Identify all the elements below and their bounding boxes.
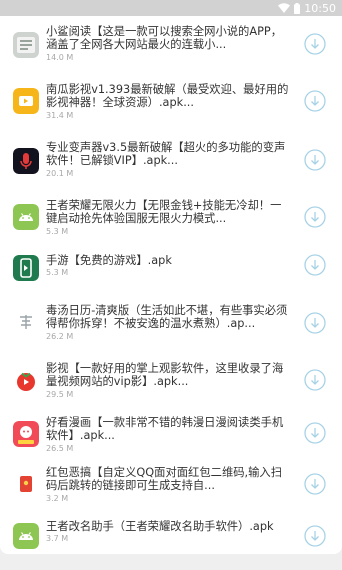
list-item[interactable]: 毒汤日历-清爽版（生活如此不堪，有些事实必须得帮你拆穿！不被安逸的温水煮熟）.a…: [0, 295, 342, 355]
list-item[interactable]: 好看漫画【一款非常不错的韩漫日漫阅读类手机软件】.apk... 26.5 M: [0, 409, 342, 459]
tomato-video-icon: [13, 367, 39, 393]
item-size: 5.3 M: [46, 226, 69, 236]
list-item[interactable]: 专业变声器v3.5最新破解【超火的多功能的变声软件！已解锁VIP】.apk...…: [0, 134, 342, 192]
item-text: 好看漫画【一款非常不错的韩漫日漫阅读类手机软件】.apk... 26.5 M: [46, 416, 292, 454]
bottom-strip: [0, 554, 342, 570]
list-item[interactable]: 南瓜影视v1.393最新破解（最受欢迎、最好用的影视神器！全球资源）.apk..…: [0, 76, 342, 134]
clock-time: 10:50: [304, 1, 336, 15]
download-list: 小鲨阅读【这是一款可以搜索全网小说的APP，涵盖了全网各大网站最火的连载小...…: [0, 18, 342, 554]
item-text: 红包恶搞【自定义QQ面对面红包二维码,输入扫码后跳转的链接即可生成支持自... …: [46, 466, 292, 504]
android-apk-icon: [13, 523, 39, 549]
item-title: 王者荣耀无限火力【无限金钱+技能无冷却！一键启动抢先体验国服无限火力模式...: [46, 199, 282, 226]
wifi-icon: [278, 3, 291, 13]
item-title: 手游【免费的游戏】.apk: [46, 254, 172, 267]
item-size: 26.5 M: [46, 443, 74, 453]
list-item[interactable]: 王者改名助手（王者荣耀改名助手软件）.apk 3.7 M: [0, 514, 342, 554]
status-right: 10:50: [278, 1, 336, 15]
item-text: 王者改名助手（王者荣耀改名助手软件）.apk 3.7 M: [46, 520, 292, 544]
item-title: 毒汤日历-清爽版（生活如此不堪，有些事实必须得帮你拆穿！不被安逸的温水煮熟）.a…: [46, 304, 288, 331]
item-title: 专业变声器v3.5最新破解【超火的多功能的变声软件！已解锁VIP】.apk...: [46, 141, 286, 168]
list-item[interactable]: 影视【一款好用的掌上观影软件，这里收录了海量视频网站的vip影】.apk... …: [0, 355, 342, 409]
battery-icon: [294, 2, 301, 14]
download-button[interactable]: [304, 473, 326, 495]
item-title: 王者改名助手（王者荣耀改名助手软件）.apk: [46, 520, 274, 533]
download-button[interactable]: [304, 149, 326, 171]
item-title: 小鲨阅读【这是一款可以搜索全网小说的APP，涵盖了全网各大网站最火的连载小...: [46, 25, 282, 52]
dutang-calendar-icon: [13, 309, 39, 335]
download-icon: [304, 525, 326, 547]
download-button[interactable]: [304, 525, 326, 547]
item-size: 29.5 M: [46, 389, 74, 399]
mobile-game-icon: [13, 255, 39, 281]
list-item[interactable]: 手游【免费的游戏】.apk 5.3 M: [0, 247, 342, 295]
item-text: 影视【一款好用的掌上观影软件，这里收录了海量视频网站的vip影】.apk... …: [46, 362, 292, 400]
item-size: 3.7 M: [46, 534, 69, 544]
item-text: 毒汤日历-清爽版（生活如此不堪，有些事实必须得帮你拆穿！不被安逸的温水煮熟）.a…: [46, 304, 292, 342]
download-button[interactable]: [304, 312, 326, 334]
download-icon: [304, 473, 326, 495]
item-size: 14.0 M: [46, 52, 74, 62]
download-button[interactable]: [304, 254, 326, 276]
download-button[interactable]: [304, 422, 326, 444]
manga-reader-icon: [13, 421, 39, 447]
red-packet-icon: [13, 471, 39, 497]
download-icon: [304, 254, 326, 276]
download-button[interactable]: [304, 369, 326, 391]
download-icon: [304, 33, 326, 55]
item-text: 王者荣耀无限火力【无限金钱+技能无冷却！一键启动抢先体验国服无限火力模式... …: [46, 199, 292, 237]
download-icon: [304, 90, 326, 112]
download-button[interactable]: [304, 206, 326, 228]
item-title: 影视【一款好用的掌上观影软件，这里收录了海量视频网站的vip影】.apk...: [46, 362, 284, 389]
list-item[interactable]: 小鲨阅读【这是一款可以搜索全网小说的APP，涵盖了全网各大网站最火的连载小...…: [0, 18, 342, 76]
android-apk-icon: [13, 204, 39, 230]
download-icon: [304, 312, 326, 334]
download-icon: [304, 206, 326, 228]
item-size: 26.2 M: [46, 331, 74, 341]
item-title: 好看漫画【一款非常不错的韩漫日漫阅读类手机软件】.apk...: [46, 416, 284, 443]
item-size: 31.4 M: [46, 110, 74, 120]
download-button[interactable]: [304, 33, 326, 55]
item-size: 3.2 M: [46, 493, 69, 503]
item-text: 专业变声器v3.5最新破解【超火的多功能的变声软件！已解锁VIP】.apk...…: [46, 141, 292, 179]
list-item[interactable]: 红包恶搞【自定义QQ面对面红包二维码,输入扫码后跳转的链接即可生成支持自... …: [0, 459, 342, 514]
download-icon: [304, 369, 326, 391]
item-size: 20.1 M: [46, 168, 74, 178]
xiaosha-reader-icon: [13, 32, 39, 58]
item-text: 南瓜影视v1.393最新破解（最受欢迎、最好用的影视神器！全球资源）.apk..…: [46, 83, 292, 121]
download-list-card: 小鲨阅读【这是一款可以搜索全网小说的APP，涵盖了全网各大网站最火的连载小...…: [0, 16, 342, 554]
item-text: 小鲨阅读【这是一款可以搜索全网小说的APP，涵盖了全网各大网站最火的连载小...…: [46, 25, 292, 63]
download-icon: [304, 149, 326, 171]
list-item[interactable]: 王者荣耀无限火力【无限金钱+技能无冷却！一键启动抢先体验国服无限火力模式... …: [0, 192, 342, 247]
download-button[interactable]: [304, 90, 326, 112]
voice-changer-icon: [13, 148, 39, 174]
item-size: 5.3 M: [46, 268, 69, 278]
nangua-video-icon: [13, 88, 39, 114]
item-text: 手游【免费的游戏】.apk 5.3 M: [46, 254, 292, 278]
status-bar: 10:50: [0, 0, 342, 16]
item-title: 南瓜影视v1.393最新破解（最受欢迎、最好用的影视神器！全球资源）.apk..…: [46, 83, 289, 110]
item-title: 红包恶搞【自定义QQ面对面红包二维码,输入扫码后跳转的链接即可生成支持自...: [46, 466, 283, 493]
download-icon: [304, 422, 326, 444]
